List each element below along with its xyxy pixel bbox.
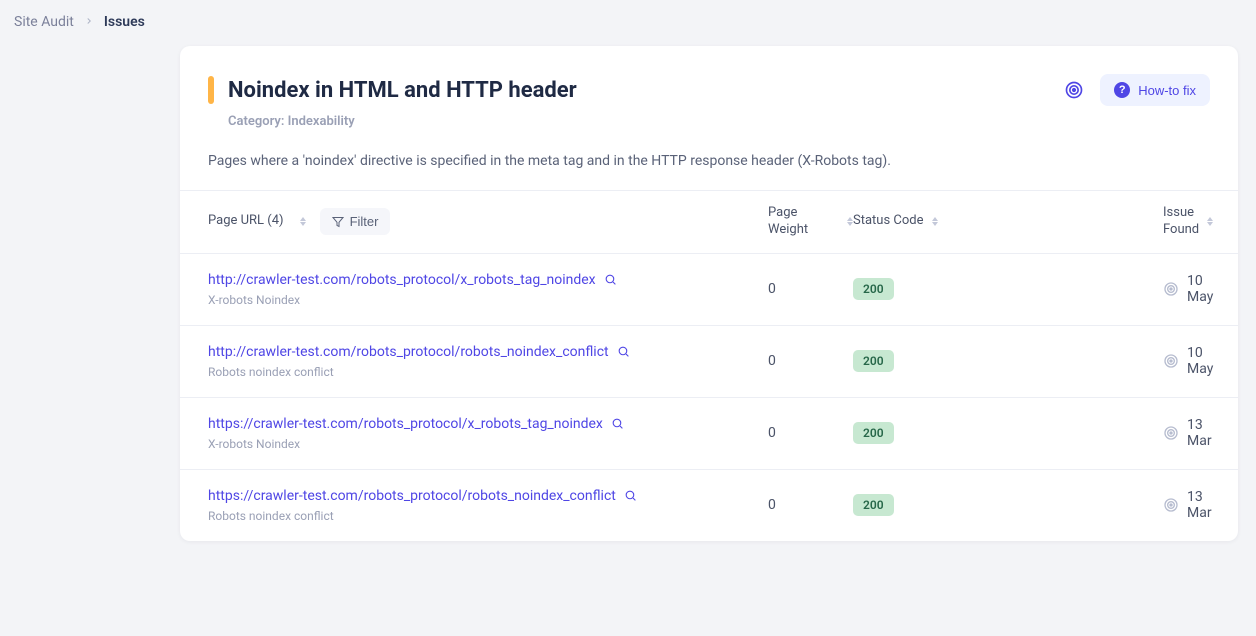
page-subtitle: Robots noindex conflict: [208, 365, 768, 379]
url-cell: http://crawler-test.com/robots_protocol/…: [208, 272, 768, 307]
weight-cell: 0: [768, 281, 853, 297]
sort-icon[interactable]: [300, 217, 306, 226]
table-row: http://crawler-test.com/robots_protocol/…: [180, 326, 1238, 398]
magnify-icon[interactable]: [611, 417, 624, 430]
table-row: http://crawler-test.com/robots_protocol/…: [180, 254, 1238, 326]
page-title: Noindex in HTML and HTTP header: [228, 78, 577, 103]
issue-description: Pages where a 'noindex' directive is spe…: [208, 151, 1210, 172]
page-url-link[interactable]: https://crawler-test.com/robots_protocol…: [208, 488, 616, 504]
found-date: 10 May: [1187, 273, 1213, 305]
status-badge: 200: [853, 494, 894, 516]
sort-icon[interactable]: [932, 217, 938, 226]
url-cell: http://crawler-test.com/robots_protocol/…: [208, 344, 768, 379]
magnify-icon[interactable]: [624, 489, 637, 502]
url-cell: https://crawler-test.com/robots_protocol…: [208, 488, 768, 523]
target-icon: [1163, 497, 1179, 513]
table-body: http://crawler-test.com/robots_protocol/…: [180, 254, 1238, 541]
question-icon: ?: [1114, 82, 1130, 98]
status-badge: 200: [853, 278, 894, 300]
table-header: Page URL (4) Filter Page Weight Status C…: [180, 191, 1238, 254]
issue-card: Noindex in HTML and HTTP header ? How-to…: [180, 46, 1238, 541]
filter-button[interactable]: Filter: [320, 208, 391, 235]
table-row: https://crawler-test.com/robots_protocol…: [180, 398, 1238, 470]
magnify-icon[interactable]: [617, 345, 630, 358]
issues-table: Page URL (4) Filter Page Weight Status C…: [180, 190, 1238, 541]
found-date: 13 Mar: [1187, 489, 1212, 521]
breadcrumb: Site Audit Issues: [0, 0, 1256, 46]
target-icon: [1163, 281, 1179, 297]
col-url-label[interactable]: Page URL (4): [208, 213, 284, 230]
status-cell: 200: [853, 494, 1163, 516]
page-url-link[interactable]: http://crawler-test.com/robots_protocol/…: [208, 344, 609, 360]
url-cell: https://crawler-test.com/robots_protocol…: [208, 416, 768, 451]
page-subtitle: Robots noindex conflict: [208, 509, 768, 523]
page-url-link[interactable]: http://crawler-test.com/robots_protocol/…: [208, 272, 596, 288]
how-to-fix-button[interactable]: ? How-to fix: [1100, 74, 1210, 106]
severity-accent: [208, 76, 214, 104]
filter-label: Filter: [350, 214, 379, 229]
target-icon[interactable]: [1062, 78, 1086, 102]
table-row: https://crawler-test.com/robots_protocol…: [180, 470, 1238, 541]
page-url-link[interactable]: https://crawler-test.com/robots_protocol…: [208, 416, 603, 432]
breadcrumb-parent[interactable]: Site Audit: [14, 14, 74, 30]
status-cell: 200: [853, 350, 1163, 372]
found-cell: 10 May: [1163, 345, 1213, 377]
card-header: Noindex in HTML and HTTP header ? How-to…: [180, 46, 1238, 190]
found-cell: 13 Mar: [1163, 417, 1212, 449]
page-subtitle: X-robots Noindex: [208, 437, 768, 451]
weight-cell: 0: [768, 425, 853, 441]
found-cell: 13 Mar: [1163, 489, 1212, 521]
status-badge: 200: [853, 422, 894, 444]
found-cell: 10 May: [1163, 273, 1213, 305]
found-date: 13 Mar: [1187, 417, 1212, 449]
col-status-label[interactable]: Status Code: [853, 213, 924, 230]
status-cell: 200: [853, 278, 1163, 300]
page-subtitle: X-robots Noindex: [208, 293, 768, 307]
category-label: Category: Indexability: [228, 114, 1210, 129]
weight-cell: 0: [768, 497, 853, 513]
col-weight-label[interactable]: Page Weight: [768, 205, 839, 239]
magnify-icon[interactable]: [604, 273, 617, 286]
how-to-fix-label: How-to fix: [1138, 83, 1196, 98]
breadcrumb-current: Issues: [104, 14, 145, 30]
target-icon: [1163, 353, 1179, 369]
filter-icon: [332, 216, 344, 228]
col-found-label[interactable]: Issue Found: [1163, 205, 1199, 239]
chevron-right-icon: [84, 14, 94, 30]
found-date: 10 May: [1187, 345, 1213, 377]
weight-cell: 0: [768, 353, 853, 369]
target-icon: [1163, 425, 1179, 441]
status-badge: 200: [853, 350, 894, 372]
status-cell: 200: [853, 422, 1163, 444]
sort-icon[interactable]: [1207, 217, 1213, 226]
